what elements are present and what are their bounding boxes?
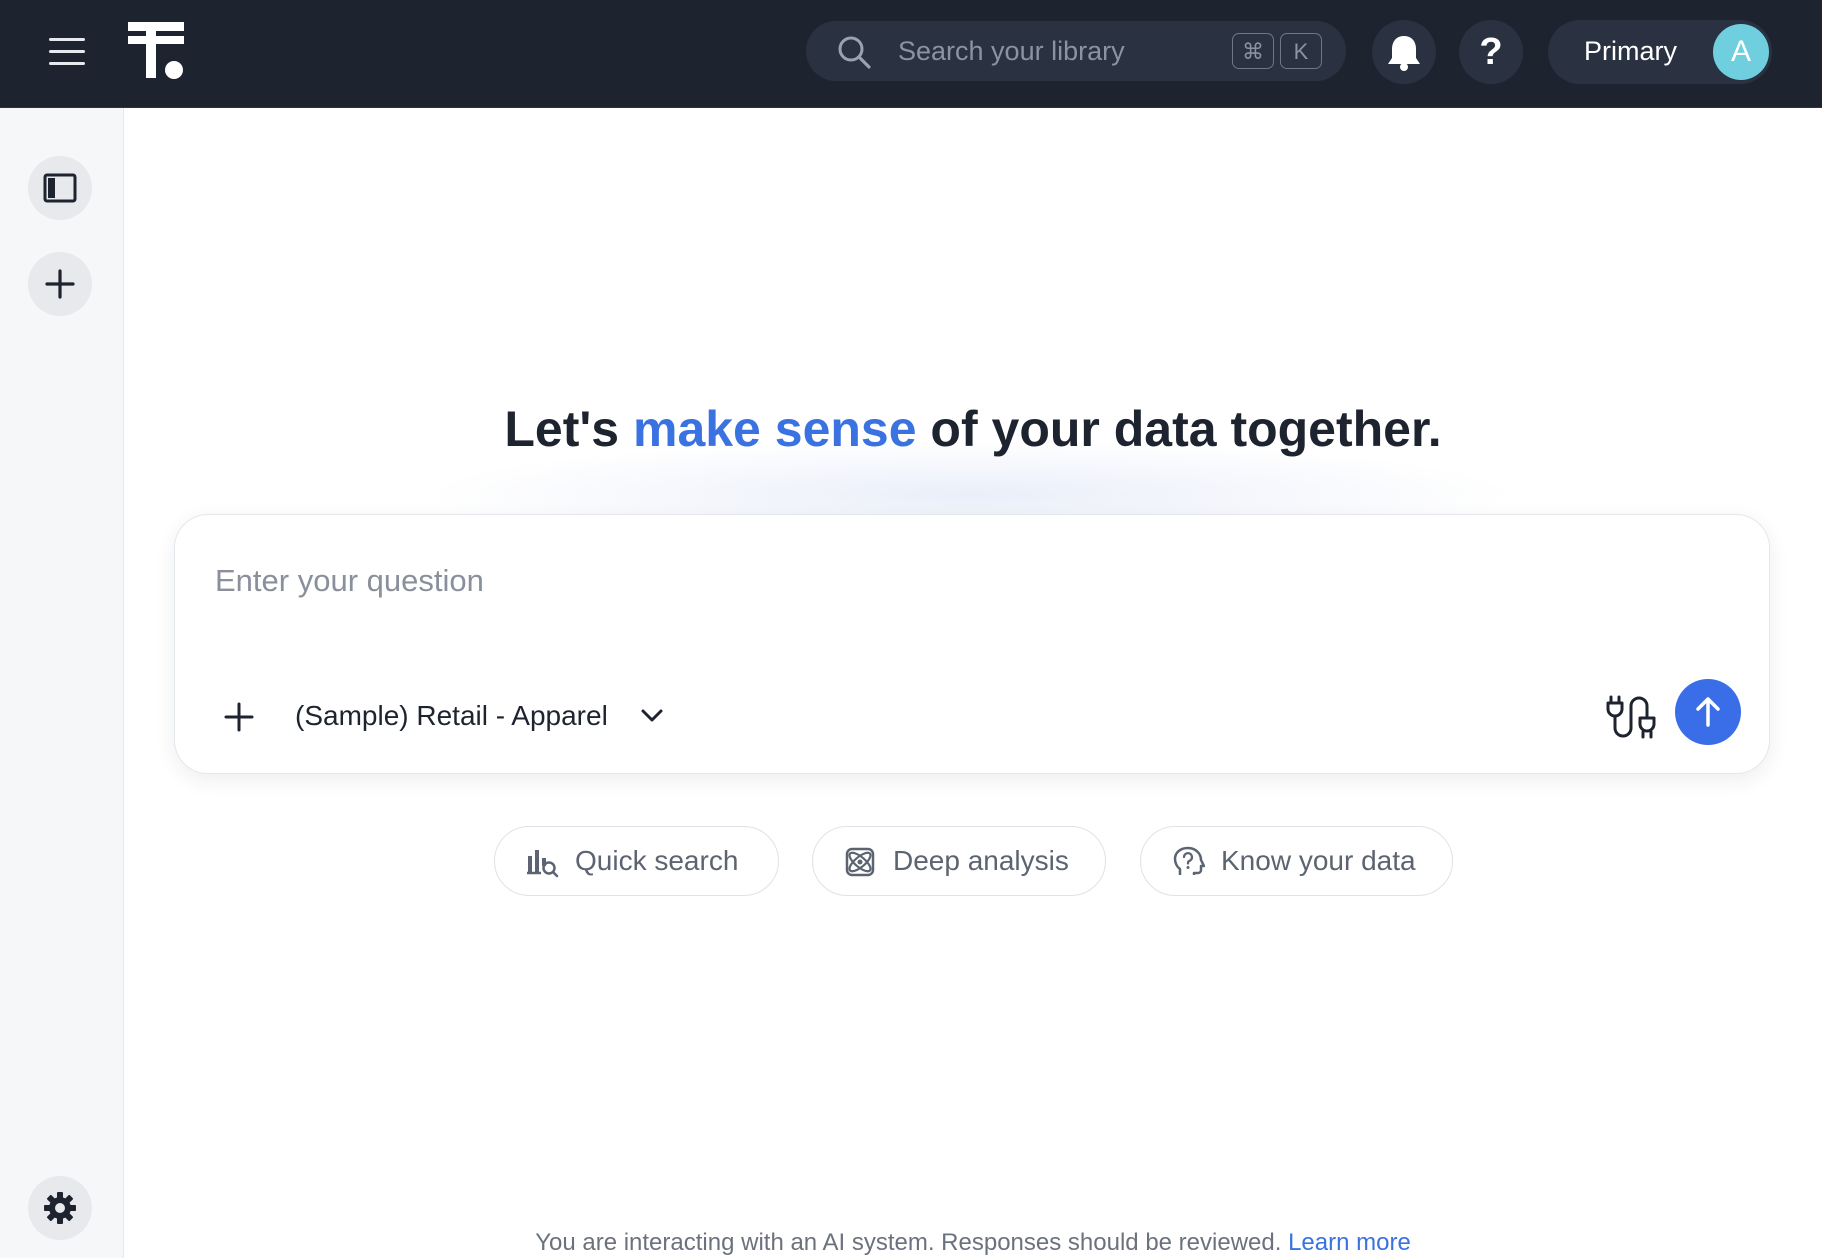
send-button[interactable]	[1675, 679, 1741, 745]
arrow-up-icon	[1696, 697, 1720, 727]
account-switcher[interactable]: Primary A	[1548, 20, 1772, 84]
know-your-data-chip[interactable]: Know your data	[1140, 826, 1453, 896]
headline-suffix: of your data together.	[916, 401, 1442, 457]
search-bar[interactable]: Search your library ⌘ K	[806, 21, 1346, 81]
sidebar-panel-icon	[43, 173, 77, 203]
top-bar: Search your library ⌘ K ? Primary A	[0, 0, 1822, 108]
add-attachment-icon[interactable]	[217, 695, 261, 739]
avatar: A	[1713, 24, 1769, 80]
question-input[interactable]	[215, 551, 1715, 611]
settings-button[interactable]	[28, 1176, 92, 1240]
deep-analysis-chip[interactable]: Deep analysis	[812, 826, 1106, 896]
help-button[interactable]: ?	[1459, 20, 1523, 84]
deep-analysis-label: Deep analysis	[893, 845, 1069, 876]
learn-more-link[interactable]: Learn more	[1288, 1229, 1411, 1256]
notifications-button[interactable]	[1372, 20, 1436, 84]
chevron-down-icon	[641, 709, 663, 722]
search-placeholder: Search your library	[898, 36, 1125, 66]
know-your-data-label: Know your data	[1221, 845, 1416, 876]
chart-search-icon	[527, 850, 559, 878]
shortcut-cmd-key: ⌘	[1232, 33, 1274, 69]
disclaimer-text: You are interacting with an AI system. R…	[535, 1229, 1282, 1256]
gear-icon	[44, 1192, 76, 1224]
search-icon	[838, 36, 871, 69]
shortcut-k-key: K	[1280, 33, 1322, 69]
data-source-selector[interactable]: (Sample) Retail - Apparel	[295, 691, 663, 741]
toggle-sidebar-button[interactable]	[28, 156, 92, 220]
plus-icon	[45, 269, 75, 299]
page-title: Let's make sense of your data together.	[123, 400, 1822, 458]
question-box: (Sample) Retail - Apparel	[174, 514, 1770, 774]
sidebar	[0, 108, 124, 1258]
quick-search-chip[interactable]: Quick search	[494, 826, 779, 896]
menu-icon[interactable]	[46, 34, 88, 70]
quick-search-label: Quick search	[575, 845, 739, 876]
connector-plug-icon[interactable]	[1603, 689, 1657, 743]
brand-logo[interactable]	[126, 20, 188, 82]
help-icon: ?	[1479, 31, 1503, 73]
headline-accent: make sense	[632, 401, 917, 457]
head-question-icon	[1173, 846, 1205, 875]
ai-disclaimer: You are interacting with an AI system. R…	[123, 1229, 1822, 1257]
orbit-analysis-icon	[845, 847, 875, 877]
account-label: Primary	[1584, 36, 1677, 66]
data-source-label: (Sample) Retail - Apparel	[295, 700, 608, 731]
headline-prefix: Let's	[504, 401, 633, 457]
new-conversation-button[interactable]	[28, 252, 92, 316]
bell-icon	[1388, 36, 1420, 71]
